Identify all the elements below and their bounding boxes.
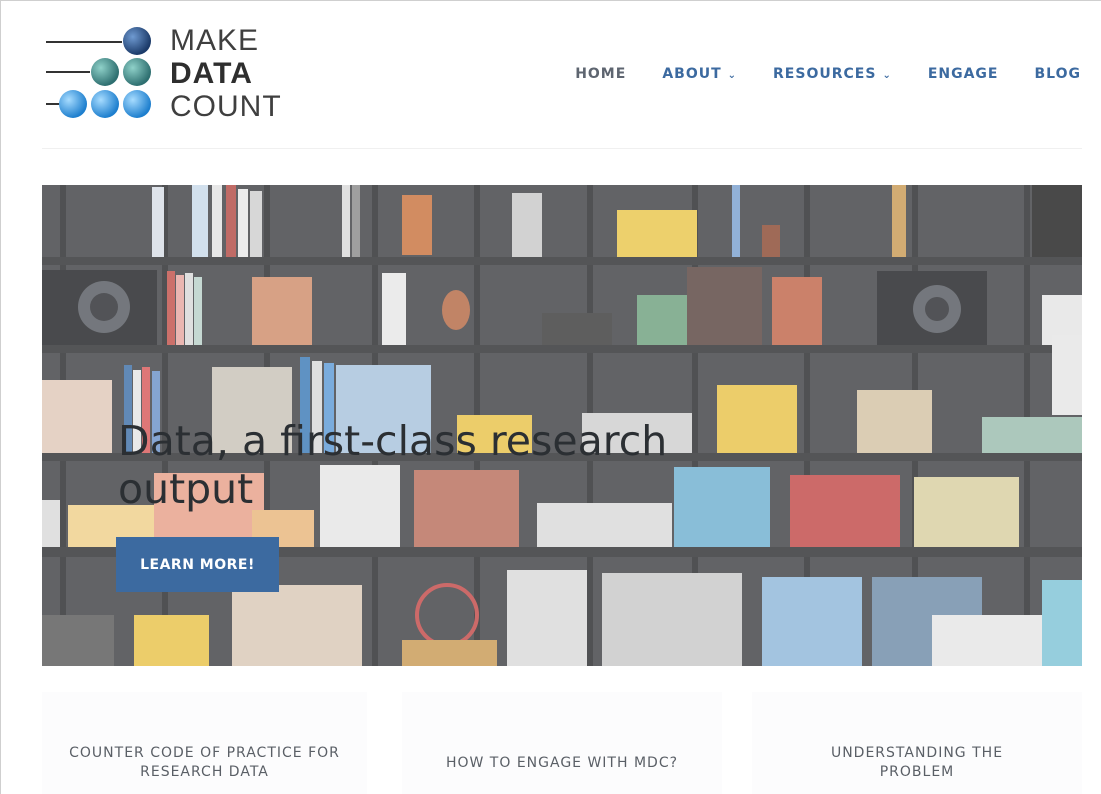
nav-home[interactable]: HOME — [575, 66, 626, 82]
hero-title: Data, a first-class research output — [118, 417, 668, 513]
nav-engage[interactable]: ENGAGE — [928, 66, 999, 82]
chevron-down-icon: ⌄ — [727, 70, 738, 81]
nav-engage-label: ENGAGE — [927, 66, 999, 82]
logo-word-count: COUNT — [170, 90, 282, 123]
hero-banner: Data, a first-class research output LEAR… — [42, 185, 1082, 666]
card-title: UNDERSTANDING THE PROBLEM — [830, 745, 1004, 780]
nav-resources-label: RESOURCES — [773, 66, 877, 82]
logo-word-make: MAKE — [170, 24, 260, 57]
card-how-to-engage[interactable]: HOW TO ENGAGE WITH MDC? — [402, 692, 722, 794]
nav-about-label: ABOUT — [662, 66, 722, 82]
card-counter-code[interactable]: COUNTER CODE OF PRACTICE FOR RESEARCH DA… — [42, 692, 367, 794]
window-border-left — [0, 0, 1, 794]
card-understanding-problem[interactable]: UNDERSTANDING THE PROBLEM — [752, 692, 1082, 794]
main-nav: HOME ABOUT ⌄ RESOURCES ⌄ ENGAGE BLOG — [539, 66, 1081, 82]
site-logo[interactable]: MAKE DATA COUNT — [42, 24, 302, 124]
nav-about[interactable]: ABOUT ⌄ — [662, 66, 737, 82]
feature-cards: COUNTER CODE OF PRACTICE FOR RESEARCH DA… — [42, 692, 1082, 794]
logo-wordmark: MAKE DATA COUNT — [170, 24, 282, 123]
card-title: HOW TO ENGAGE WITH MDC? — [445, 755, 679, 771]
nav-blog-label: BLOG — [1034, 66, 1081, 82]
window-border-top — [0, 0, 1101, 1]
nav-home-label: HOME — [575, 66, 627, 82]
header-divider — [42, 148, 1082, 149]
logo-word-data: DATA — [170, 57, 253, 90]
logo-mark-icon — [46, 27, 151, 118]
card-title: COUNTER CODE OF PRACTICE FOR RESEARCH DA… — [69, 745, 340, 780]
learn-more-button[interactable]: LEARN MORE! — [116, 537, 279, 592]
chevron-down-icon: ⌄ — [882, 70, 892, 81]
nav-resources[interactable]: RESOURCES ⌄ — [773, 66, 892, 82]
nav-blog[interactable]: BLOG — [1035, 66, 1082, 82]
